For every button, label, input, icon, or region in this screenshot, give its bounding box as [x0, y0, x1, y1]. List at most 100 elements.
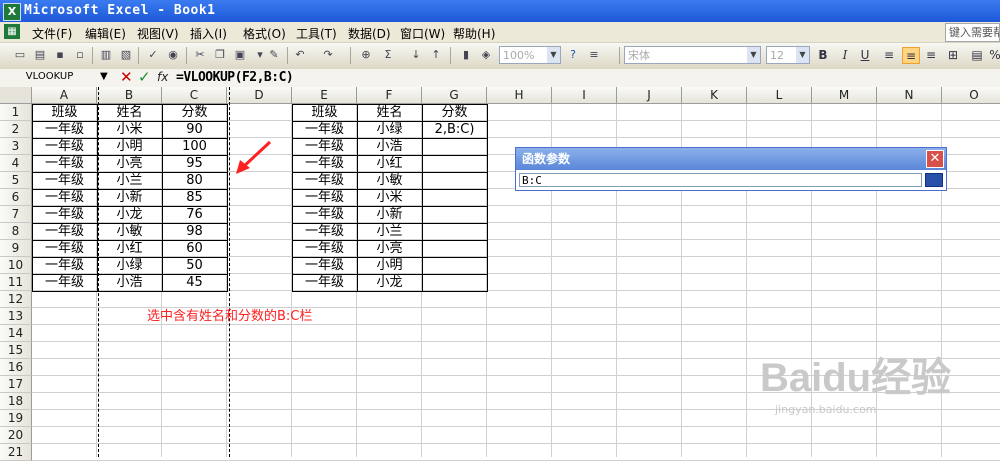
- research-icon[interactable]: ◉: [165, 47, 181, 63]
- row-header-19[interactable]: 19: [0, 410, 32, 427]
- sort-ascending-icon[interactable]: ↓: [408, 47, 424, 63]
- menu-window[interactable]: 窗口(W): [400, 25, 445, 42]
- table-cell[interactable]: 一年级: [292, 189, 357, 206]
- column-header-j[interactable]: J: [617, 87, 682, 104]
- row-header-1[interactable]: 1: [0, 104, 32, 121]
- hyperlink-icon[interactable]: ⊕: [358, 47, 374, 63]
- row-header-9[interactable]: 9: [0, 240, 32, 257]
- spelling-icon[interactable]: ✓: [145, 47, 161, 63]
- table-cell[interactable]: [422, 274, 487, 291]
- menu-help[interactable]: 帮助(H): [453, 25, 495, 42]
- table-cell[interactable]: 76: [162, 206, 227, 223]
- new-icon[interactable]: ▭: [12, 47, 28, 63]
- column-header-e[interactable]: E: [292, 87, 357, 104]
- table-cell[interactable]: 一年级: [32, 206, 97, 223]
- table-cell[interactable]: 98: [162, 223, 227, 240]
- redo-icon[interactable]: ↷: [320, 47, 336, 63]
- font-size-select[interactable]: 12 ▼: [766, 46, 810, 64]
- menu-data[interactable]: 数据(D): [348, 25, 391, 42]
- table-header-cell[interactable]: 姓名: [97, 104, 162, 121]
- table-cell[interactable]: 一年级: [32, 257, 97, 274]
- select-all-corner[interactable]: [0, 87, 32, 104]
- row-header-13[interactable]: 13: [0, 308, 32, 325]
- table-cell[interactable]: 小亮: [97, 155, 162, 172]
- table-cell[interactable]: 一年级: [32, 240, 97, 257]
- table-cell[interactable]: 小绿: [97, 257, 162, 274]
- range-input[interactable]: B:C: [519, 173, 922, 187]
- column-header-n[interactable]: N: [877, 87, 942, 104]
- table-header-cell[interactable]: 姓名: [357, 104, 422, 121]
- row-header-11[interactable]: 11: [0, 274, 32, 291]
- permission-icon[interactable]: ▫: [72, 47, 88, 63]
- sort-descending-icon[interactable]: ↑: [428, 47, 444, 63]
- table-cell[interactable]: [422, 155, 487, 172]
- menu-format[interactable]: 格式(O): [243, 25, 286, 42]
- table-cell[interactable]: 一年级: [292, 138, 357, 155]
- table-cell[interactable]: [422, 257, 487, 274]
- table-cell[interactable]: 小浩: [97, 274, 162, 291]
- table-cell[interactable]: 100: [162, 138, 227, 155]
- column-header-a[interactable]: A: [32, 87, 97, 104]
- currency-button[interactable]: ▤: [968, 47, 986, 64]
- table-cell[interactable]: 95: [162, 155, 227, 172]
- chevron-down-icon[interactable]: ▼: [100, 71, 108, 82]
- table-cell[interactable]: 一年级: [292, 121, 357, 138]
- cut-icon[interactable]: ✂: [192, 47, 208, 63]
- chart-wizard-icon[interactable]: ▮: [458, 47, 474, 63]
- table-cell[interactable]: 一年级: [32, 121, 97, 138]
- row-header-18[interactable]: 18: [0, 393, 32, 410]
- row-header-15[interactable]: 15: [0, 342, 32, 359]
- align-center-button[interactable]: ≡: [902, 47, 920, 64]
- table-cell[interactable]: 一年级: [292, 155, 357, 172]
- expand-dialog-icon[interactable]: [925, 173, 943, 187]
- table-header-cell[interactable]: 分数: [162, 104, 227, 121]
- row-header-2[interactable]: 2: [0, 121, 32, 138]
- menu-edit[interactable]: 编辑(E): [85, 25, 126, 42]
- table-header-cell[interactable]: 班级: [292, 104, 357, 121]
- column-header-f[interactable]: F: [357, 87, 422, 104]
- row-header-7[interactable]: 7: [0, 206, 32, 223]
- row-header-20[interactable]: 20: [0, 427, 32, 444]
- autosum-icon[interactable]: Σ: [380, 47, 396, 63]
- table-cell[interactable]: [422, 240, 487, 257]
- table-cell[interactable]: 一年级: [32, 274, 97, 291]
- excel-app-icon[interactable]: X: [3, 3, 21, 21]
- table-cell[interactable]: 一年级: [32, 138, 97, 155]
- table-cell[interactable]: 小亮: [357, 240, 422, 257]
- workbook-icon[interactable]: ▦: [4, 24, 20, 39]
- table-cell[interactable]: 小米: [357, 189, 422, 206]
- table-cell[interactable]: 小兰: [357, 223, 422, 240]
- table-cell[interactable]: 小新: [357, 206, 422, 223]
- insert-function-button[interactable]: fx: [157, 70, 168, 84]
- font-name-select[interactable]: 宋体 ▼: [624, 46, 761, 64]
- chevron-down-icon[interactable]: ▼: [547, 47, 560, 63]
- function-arguments-dialog[interactable]: 函数参数 ✕ B:C: [515, 147, 947, 191]
- column-header-m[interactable]: M: [812, 87, 877, 104]
- help-icon[interactable]: ?: [565, 47, 581, 63]
- row-header-16[interactable]: 16: [0, 359, 32, 376]
- column-header-l[interactable]: L: [747, 87, 812, 104]
- open-icon[interactable]: ▤: [32, 47, 48, 63]
- row-header-4[interactable]: 4: [0, 155, 32, 172]
- table-cell[interactable]: 50: [162, 257, 227, 274]
- table-cell[interactable]: 小敏: [97, 223, 162, 240]
- table-cell[interactable]: 60: [162, 240, 227, 257]
- table-cell[interactable]: 一年级: [32, 223, 97, 240]
- row-header-3[interactable]: 3: [0, 138, 32, 155]
- table-cell[interactable]: 小红: [97, 240, 162, 257]
- row-header-12[interactable]: 12: [0, 291, 32, 308]
- table-header-cell[interactable]: 班级: [32, 104, 97, 121]
- row-header-6[interactable]: 6: [0, 189, 32, 206]
- table-cell[interactable]: 小浩: [357, 138, 422, 155]
- table-cell[interactable]: 90: [162, 121, 227, 138]
- drawing-icon[interactable]: ◈: [478, 47, 494, 63]
- paste-icon[interactable]: ▣: [232, 47, 248, 63]
- undo-icon[interactable]: ↶: [292, 47, 308, 63]
- table-cell[interactable]: 一年级: [292, 223, 357, 240]
- underline-button[interactable]: U: [856, 47, 874, 64]
- menu-file[interactable]: 文件(F): [32, 25, 72, 42]
- column-header-o[interactable]: O: [942, 87, 1000, 104]
- table-cell[interactable]: 小兰: [97, 172, 162, 189]
- print-preview-icon[interactable]: ▧: [118, 47, 134, 63]
- table-cell[interactable]: 小米: [97, 121, 162, 138]
